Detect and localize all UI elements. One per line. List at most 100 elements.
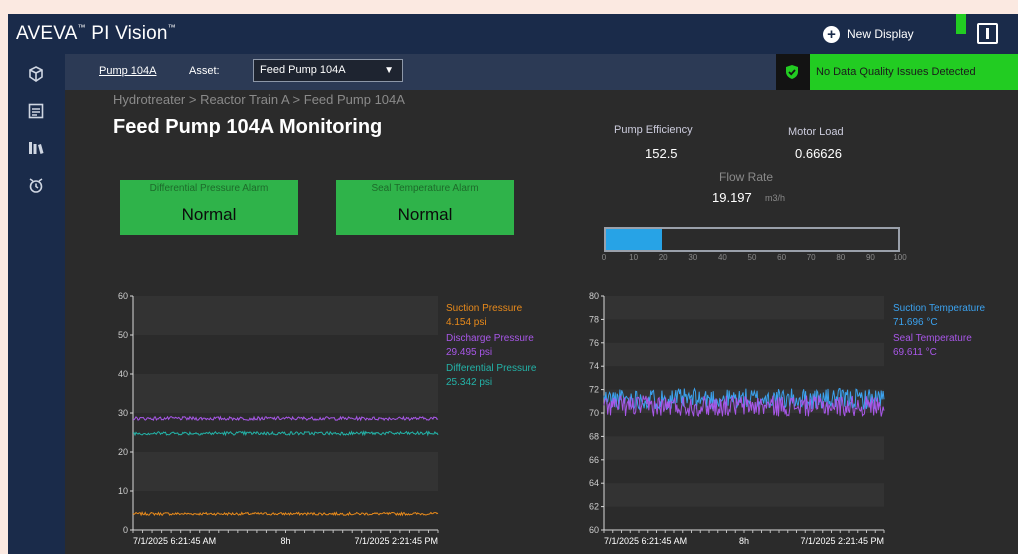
page-title: Feed Pump 104A Monitoring [113, 116, 383, 138]
y-tick-label: 70 [589, 408, 599, 418]
asset-select[interactable]: Feed Pump 104A ▼ [253, 59, 403, 82]
grid-band [604, 342, 884, 367]
asset-select-value: Feed Pump 104A [260, 64, 346, 76]
asset-link[interactable]: Pump 104A [99, 65, 156, 77]
x-tick-label: 7/1/2025 6:21:45 AM [604, 536, 687, 546]
differential-pressure-alarm-tile[interactable]: Differential Pressure Alarm Normal [120, 180, 298, 235]
gauge-tick-label: 80 [836, 253, 846, 262]
pump-efficiency-value[interactable]: 152.5 [645, 146, 678, 161]
pressure-trend-chart[interactable]: 0 10 20 30 40 50 60 7/1/2025 6:21:45 AM 8h 7/1/20… [103, 286, 443, 554]
y-tick-label: 78 [589, 314, 599, 324]
panel-icon [986, 28, 989, 39]
legend-series-name: Discharge Pressure [446, 333, 534, 344]
legend-series-name: Suction Pressure [446, 303, 523, 314]
y-tick-label: 50 [118, 330, 128, 340]
alarm-value: Normal [397, 205, 453, 224]
caret-down-icon: ▼ [384, 65, 394, 76]
y-tick-label: 0 [123, 525, 128, 535]
grid-band [133, 374, 438, 413]
asset-context-bar: Pump 104A Asset: Feed Pump 104A ▼ No Dat… [65, 54, 1018, 90]
y-tick-label: 74 [589, 361, 599, 371]
timer-icon[interactable] [25, 176, 47, 198]
gauge-tick-label: 10 [629, 253, 639, 262]
grid-band [133, 296, 438, 335]
flow-rate-label: Flow Rate [719, 170, 774, 184]
y-tick-label: 66 [589, 455, 599, 465]
gauge-tick-label: 40 [717, 253, 727, 262]
x-tick-label: 8h [739, 536, 749, 546]
sidebar [8, 54, 65, 554]
gauge-tick-label: 0 [601, 253, 607, 262]
cube-icon[interactable] [25, 65, 47, 87]
top-bar: AVEVA™ PI Vision™ + New Display [8, 14, 1018, 54]
y-tick-label: 68 [589, 431, 599, 441]
data-quality-status[interactable]: No Data Quality Issues Detected [776, 54, 1018, 90]
legend-series-name: Suction Temperature [893, 303, 986, 314]
y-tick-label: 60 [118, 291, 128, 301]
grid-band [604, 296, 884, 320]
gauge-tick-label: 60 [777, 253, 787, 262]
y-tick-label: 80 [589, 291, 599, 301]
trademark-mark: ™ [77, 23, 86, 32]
flow-rate-unit: m3/h [765, 193, 786, 203]
legend-series-value: 69.611 °C [893, 347, 937, 358]
y-tick-label: 40 [118, 369, 128, 379]
gauge-fill [606, 229, 663, 250]
gauge-tick-label: 90 [865, 253, 875, 262]
legend-series-value: 4.154 psi [446, 317, 487, 328]
legend-series-value: 25.342 psi [446, 377, 493, 388]
y-tick-label: 10 [118, 486, 128, 496]
grid-band [604, 483, 884, 507]
gauge-scale: 0 10 20 30 40 50 60 70 80 90 100 [602, 253, 907, 265]
trend-series-line [132, 415, 439, 422]
shield-check-icon [786, 65, 798, 79]
new-display-label: New Display [847, 27, 914, 41]
side-panel-toggle-button[interactable] [977, 23, 998, 44]
grid-band [133, 452, 438, 491]
trend-series-line [132, 511, 439, 517]
breadcrumb[interactable]: Hydrotreater > Reactor Train A > Feed Pu… [113, 92, 405, 107]
motor-load-label: Motor Load [788, 126, 844, 138]
legend-series-name: Differential Pressure [446, 363, 537, 374]
pressure-trend-legend: Suction Pressure 4.154 psi Discharge Pre… [446, 303, 576, 393]
grid-band [604, 436, 884, 460]
pump-efficiency-label: Pump Efficiency [614, 124, 693, 136]
flow-rate-gauge[interactable] [604, 227, 900, 252]
legend-series-name: Seal Temperature [893, 333, 972, 344]
temperature-trend-chart[interactable]: 60 62 64 66 68 70 72 74 76 78 80 7/1/2025 6:21:45 A… [582, 286, 892, 554]
brand-name: AVEVA [16, 23, 78, 44]
y-tick-label: 60 [589, 525, 599, 535]
legend-series-value: 29.495 psi [446, 347, 493, 358]
x-tick-label: 8h [280, 536, 290, 546]
motor-load-value[interactable]: 0.66626 [795, 146, 842, 161]
gauge-tick-label: 70 [806, 253, 816, 262]
alarm-label: Seal Temperature Alarm [371, 183, 479, 194]
x-tick-label: 7/1/2025 2:21:45 PM [800, 536, 884, 546]
library-icon[interactable] [25, 139, 47, 161]
asset-label: Asset: [189, 65, 220, 77]
alarm-label: Differential Pressure Alarm [149, 183, 269, 194]
y-tick-label: 30 [118, 408, 128, 418]
y-tick-label: 76 [589, 338, 599, 348]
seal-temperature-alarm-tile[interactable]: Seal Temperature Alarm Normal [336, 180, 514, 235]
alarm-value: Normal [181, 205, 237, 224]
display-canvas: Hydrotreater > Reactor Train A > Feed Pu… [65, 90, 1018, 554]
table-icon[interactable] [25, 102, 47, 124]
x-tick-label: 7/1/2025 6:21:45 AM [133, 536, 216, 546]
trademark-mark: ™ [167, 23, 176, 32]
plus-icon: + [823, 25, 840, 43]
flow-rate-value[interactable]: 19.197 [712, 190, 752, 205]
y-tick-label: 64 [589, 478, 599, 488]
temperature-trend-legend: Suction Temperature 71.696 °C Seal Tempe… [893, 303, 1018, 363]
product-name: PI Vision [91, 23, 168, 44]
x-tick-label: 7/1/2025 2:21:45 PM [354, 536, 438, 546]
status-indicator-bar [956, 14, 966, 34]
new-display-button[interactable]: + New Display [823, 23, 914, 45]
legend-series-value: 71.696 °C [893, 317, 938, 328]
app-brand[interactable]: AVEVA™ PI Vision™ [16, 23, 176, 45]
gauge-tick-label: 50 [747, 253, 757, 262]
gauge-tick-label: 30 [688, 253, 698, 262]
gauge-tick-label: 100 [893, 253, 907, 262]
gauge-tick-label: 20 [658, 253, 668, 262]
data-quality-text: No Data Quality Issues Detected [816, 66, 976, 78]
